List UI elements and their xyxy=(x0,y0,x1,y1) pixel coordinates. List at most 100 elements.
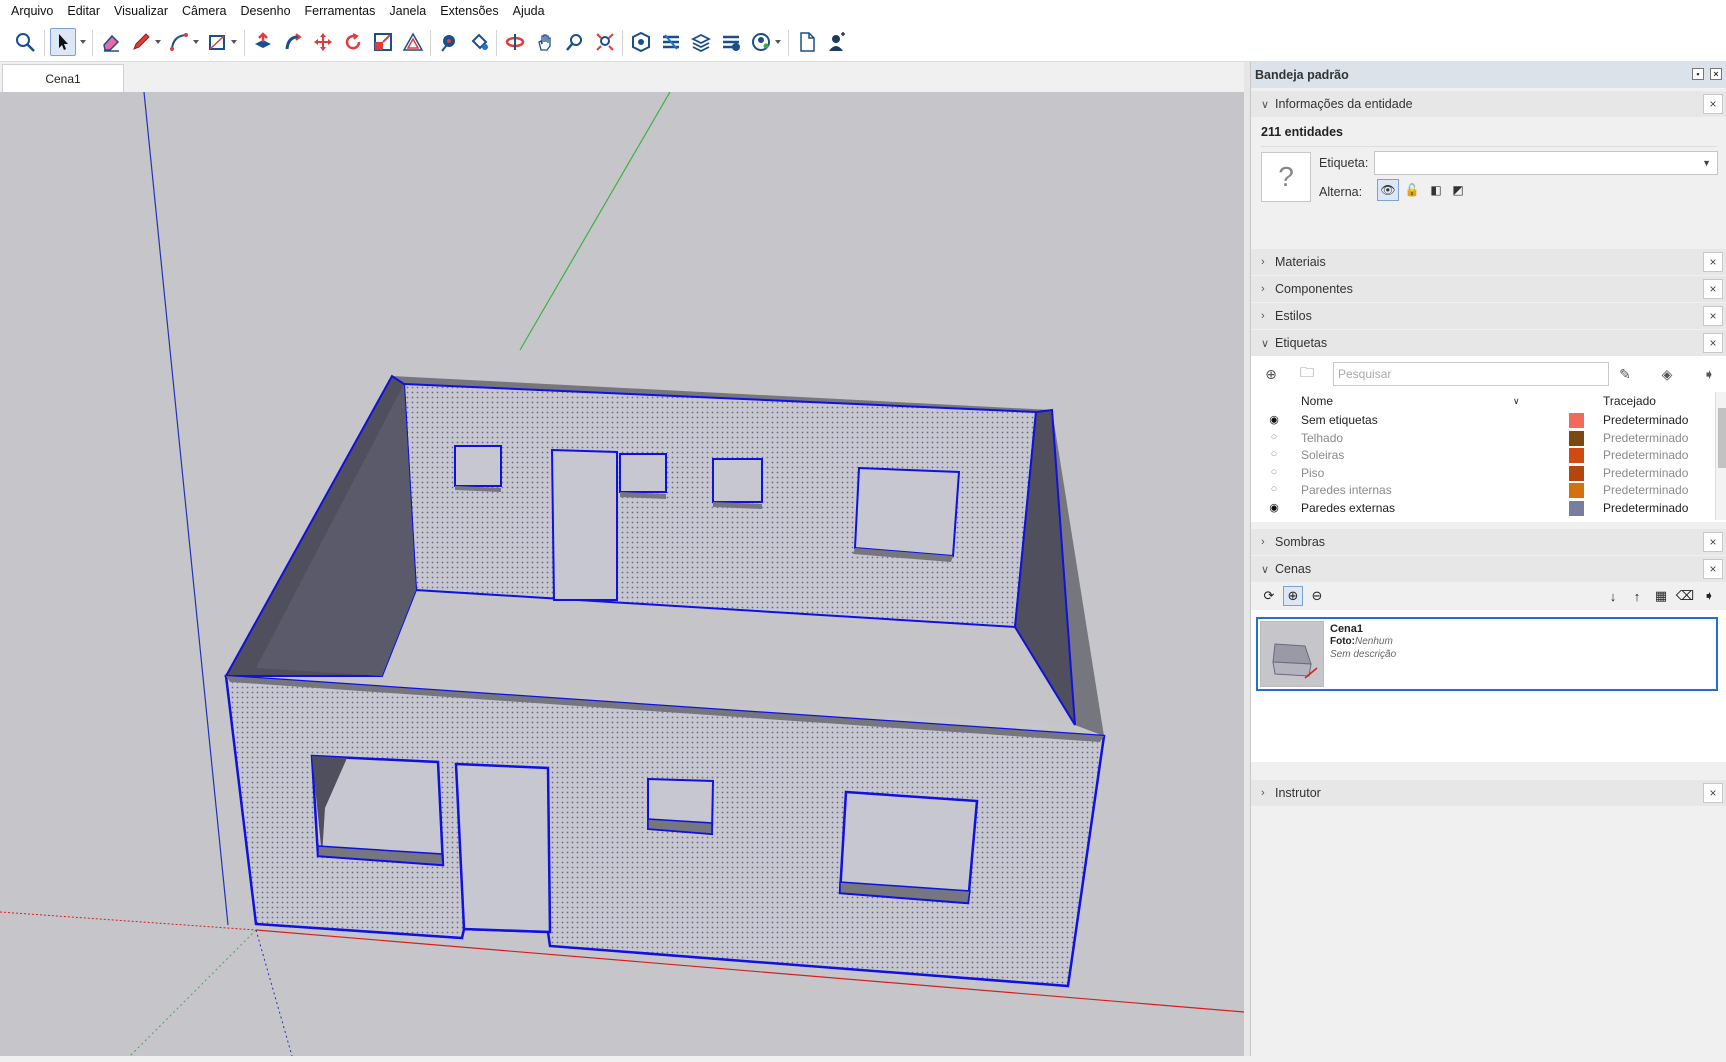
tags-scrollbar[interactable] xyxy=(1715,392,1726,520)
menu-editar[interactable]: Editar xyxy=(60,0,107,22)
details-arrow-icon[interactable]: ➧ xyxy=(1699,586,1719,606)
close-icon[interactable]: × xyxy=(1703,94,1723,114)
extension-warehouse-icon[interactable] xyxy=(658,28,684,56)
add-folder-icon[interactable]: 🗀 xyxy=(1297,364,1317,384)
panel-shadows[interactable]: › Sombras × xyxy=(1251,529,1726,555)
tag-dash[interactable]: Predeterminado xyxy=(1603,483,1688,497)
pencil-icon[interactable]: ✎ xyxy=(1615,364,1635,384)
tag-color-swatch[interactable] xyxy=(1569,448,1584,463)
menu-extensoes[interactable]: Extensões xyxy=(433,0,505,22)
tag-select[interactable]: ▼ xyxy=(1374,151,1718,175)
cast-shadows-icon[interactable]: ◩ xyxy=(1447,179,1469,201)
menu-ajuda[interactable]: Ajuda xyxy=(506,0,552,22)
rotate-icon[interactable] xyxy=(340,28,366,56)
close-icon[interactable]: × xyxy=(1703,532,1723,552)
pin-icon[interactable]: ▪ xyxy=(1692,68,1704,80)
new-file-icon[interactable] xyxy=(794,28,820,56)
move-down-icon[interactable]: ↓ xyxy=(1603,586,1623,606)
tag-row[interactable]: ◉ Paredes externas Predeterminado xyxy=(1251,500,1711,517)
tag-dash[interactable]: Predeterminado xyxy=(1603,413,1688,427)
zoom-extents-icon[interactable] xyxy=(592,28,618,56)
receive-shadows-icon[interactable]: ◧ xyxy=(1425,179,1447,201)
tag-dash[interactable]: Predeterminado xyxy=(1603,466,1688,480)
rectangle-icon[interactable] xyxy=(204,28,230,56)
tape-measure-icon[interactable] xyxy=(436,28,462,56)
details-arrow-icon[interactable]: ➧ xyxy=(1699,364,1719,384)
chevron-down-icon[interactable] xyxy=(154,38,162,46)
add-scene-icon[interactable]: ⊕ xyxy=(1283,586,1303,606)
panel-materials[interactable]: › Materiais × xyxy=(1251,249,1726,275)
tag-color-swatch[interactable] xyxy=(1569,483,1584,498)
eye-hidden-icon[interactable]: ○ xyxy=(1267,448,1281,462)
menu-ferramentas[interactable]: Ferramentas xyxy=(298,0,383,22)
panel-entity-info[interactable]: ∨ Informações da entidade × xyxy=(1251,91,1726,117)
remove-scene-icon[interactable]: ⊖ xyxy=(1307,586,1327,606)
move-up-icon[interactable]: ↑ xyxy=(1627,586,1647,606)
layout-icon[interactable] xyxy=(688,28,714,56)
tag-color-swatch[interactable] xyxy=(1569,413,1584,428)
follow-me-icon[interactable] xyxy=(280,28,306,56)
tag-row[interactable]: ◉ Sem etiquetas Predeterminado xyxy=(1251,412,1711,429)
close-icon[interactable]: × xyxy=(1703,559,1723,579)
zoom-icon[interactable] xyxy=(562,28,588,56)
tag-row[interactable]: ○ Piso Predeterminado xyxy=(1251,465,1711,482)
tag-row[interactable]: ○ Soleiras Predeterminado xyxy=(1251,447,1711,464)
column-dash[interactable]: Tracejado xyxy=(1603,394,1656,408)
trash-icon[interactable]: ⌫ xyxy=(1675,586,1695,606)
paint-bucket-icon[interactable] xyxy=(466,28,492,56)
scale-icon[interactable] xyxy=(370,28,396,56)
close-icon[interactable]: × xyxy=(1710,68,1722,80)
tag-icon[interactable]: ◈ xyxy=(1657,364,1677,384)
close-icon[interactable]: × xyxy=(1703,783,1723,803)
chevron-down-icon[interactable] xyxy=(774,38,782,46)
tab-cena1[interactable]: Cena1 xyxy=(2,64,124,92)
chevron-down-icon[interactable] xyxy=(192,38,200,46)
tag-dash[interactable]: Predeterminado xyxy=(1603,448,1688,462)
push-pull-icon[interactable] xyxy=(250,28,276,56)
user-icon[interactable] xyxy=(824,28,850,56)
model-viewport[interactable] xyxy=(0,92,1244,1056)
tag-dash[interactable]: Predeterminado xyxy=(1603,431,1688,445)
offset-icon[interactable] xyxy=(400,28,426,56)
warehouse-icon[interactable] xyxy=(628,28,654,56)
menu-camera[interactable]: Câmera xyxy=(175,0,233,22)
chevron-down-icon[interactable] xyxy=(79,38,87,46)
eye-icon[interactable]: ◉ xyxy=(1267,413,1281,427)
close-icon[interactable]: × xyxy=(1703,306,1723,326)
select-icon[interactable] xyxy=(50,28,76,56)
search-icon[interactable] xyxy=(12,28,38,56)
menu-janela[interactable]: Janela xyxy=(382,0,433,22)
tag-color-swatch[interactable] xyxy=(1569,465,1584,481)
account-icon[interactable] xyxy=(748,28,774,56)
panel-scenes[interactable]: ∨ Cenas × xyxy=(1251,556,1726,582)
close-icon[interactable]: × xyxy=(1703,333,1723,353)
tag-color-swatch[interactable] xyxy=(1569,430,1584,446)
pan-icon[interactable] xyxy=(532,28,558,56)
panel-components[interactable]: › Componentes × xyxy=(1251,276,1726,302)
eye-hidden-icon[interactable]: ○ xyxy=(1267,466,1281,480)
tag-dash[interactable]: Predeterminado xyxy=(1603,501,1688,515)
move-icon[interactable] xyxy=(310,28,336,56)
view-options-icon[interactable]: ▦ xyxy=(1651,586,1671,606)
scene-item-cena1[interactable]: Cena1 Foto:Nenhum Sem descrição xyxy=(1256,617,1718,691)
menu-visualizar[interactable]: Visualizar xyxy=(107,0,175,22)
chevron-down-icon[interactable]: ∨ xyxy=(1513,396,1520,407)
chevron-down-icon[interactable] xyxy=(230,38,238,46)
eye-icon[interactable]: 👁 xyxy=(1377,179,1399,201)
panel-tags[interactable]: ∨ Etiquetas × xyxy=(1251,330,1726,356)
arc-icon[interactable] xyxy=(166,28,192,56)
update-scene-icon[interactable]: ⟳ xyxy=(1259,586,1279,606)
tag-row[interactable]: ○ Telhado Predeterminado xyxy=(1251,430,1711,447)
panel-instructor[interactable]: › Instrutor × xyxy=(1251,780,1726,806)
tags-search-input[interactable]: Pesquisar xyxy=(1333,362,1609,386)
panel-styles[interactable]: › Estilos × xyxy=(1251,303,1726,329)
eye-icon[interactable]: ◉ xyxy=(1267,501,1281,515)
eraser-icon[interactable] xyxy=(98,28,124,56)
eye-hidden-icon[interactable]: ○ xyxy=(1267,431,1281,445)
add-tag-icon[interactable]: ⊕ xyxy=(1261,364,1281,384)
close-icon[interactable]: × xyxy=(1703,279,1723,299)
sandbox-icon[interactable] xyxy=(718,28,744,56)
eye-hidden-icon[interactable]: ○ xyxy=(1267,483,1281,497)
column-name[interactable]: Nome xyxy=(1301,394,1333,408)
tag-color-swatch[interactable] xyxy=(1569,500,1584,516)
